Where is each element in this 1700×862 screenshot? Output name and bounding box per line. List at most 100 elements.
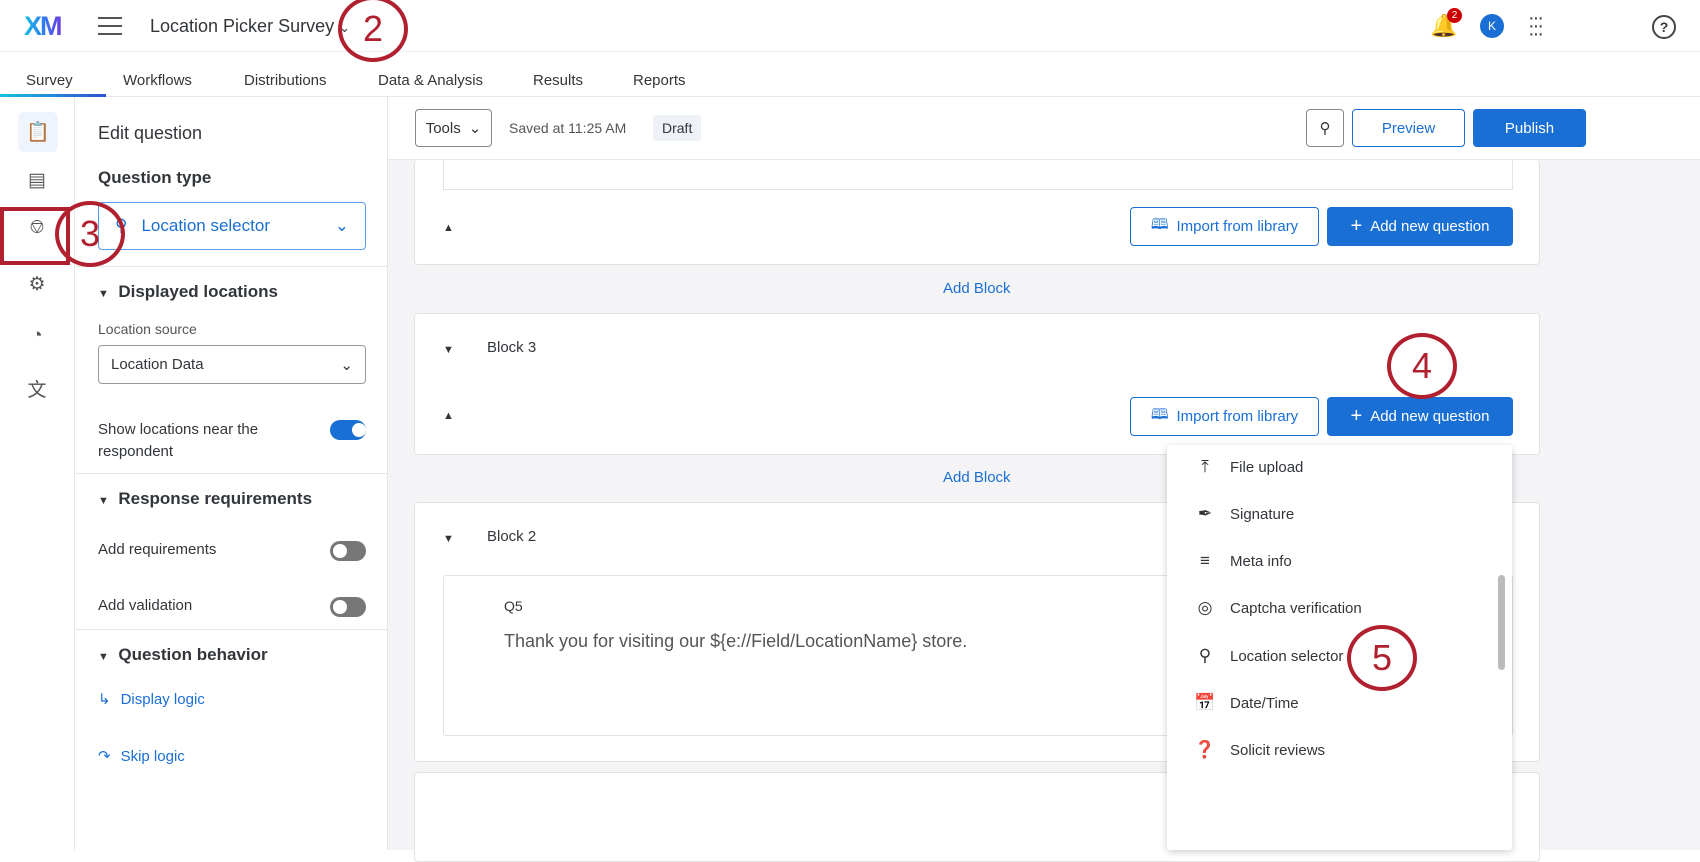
translate-icon[interactable]: 文 <box>22 373 52 403</box>
question-text: Thank you for visiting our ${e://Field/L… <box>504 631 968 651</box>
survey-clipboard-icon[interactable]: 📋 <box>18 112 58 152</box>
meta-lines-icon: ≡ <box>1200 551 1210 570</box>
menu-item-solicit-reviews[interactable]: ❓ Solicit reviews <box>1194 740 1325 760</box>
menu-item-signature[interactable]: ✒ Signature <box>1194 504 1294 524</box>
menu-label: Solicit reviews <box>1230 741 1326 759</box>
divider <box>75 266 388 267</box>
question-number: Q5 <box>504 598 523 614</box>
collapse-caret-icon[interactable]: ▲ <box>443 410 454 422</box>
import-from-library-button[interactable]: 🕮 Import from library <box>1130 207 1319 246</box>
block-card: ▲ 🕮 Import from library + Add new question <box>414 160 1540 265</box>
draft-badge: Draft <box>653 115 702 141</box>
chevron-down-icon: ⌄ <box>468 120 482 137</box>
add-validation-label: Add validation <box>98 597 193 614</box>
collapse-caret-icon[interactable]: ▼ <box>443 533 454 545</box>
tools-button[interactable]: Tools ⌄ <box>415 109 492 147</box>
question-type-value: Location selector <box>141 216 270 235</box>
top-header: XM Location Picker Survey ⌄ ? 🔔 2 K ··· ·… <box>0 0 1700 52</box>
book-icon: 🕮 <box>1150 216 1169 233</box>
menu-label: Location selector <box>1230 647 1344 665</box>
notification-badge: 2 <box>1447 8 1462 23</box>
add-block-link[interactable]: Add Block <box>943 469 1011 486</box>
block-card-block-3: ▼ Block 3 ▲ 🕮 Import from library + Add ne… <box>414 313 1540 455</box>
menu-scrollbar[interactable] <box>1498 575 1505 670</box>
display-logic-icon: ↳ <box>98 691 111 708</box>
annotation-4: 4 <box>1387 333 1457 399</box>
skip-logic-link[interactable]: ↷ Skip logic <box>98 747 185 766</box>
show-near-label: Show locations near the respondent <box>98 421 259 460</box>
question-behavior-section[interactable]: ▼ Question behavior <box>98 645 268 665</box>
pen-nib-icon: ✒ <box>1197 504 1213 523</box>
menu-label: Date/Time <box>1230 694 1299 712</box>
collapse-caret-icon[interactable]: ▼ <box>443 344 454 356</box>
avatar[interactable]: K <box>1480 14 1504 38</box>
search-button[interactable]: ⚲ <box>1306 109 1344 147</box>
divider <box>75 473 388 474</box>
display-logic-link[interactable]: ↳ Display logic <box>98 690 205 709</box>
caret-down-icon: ▼ <box>98 288 109 300</box>
link-label: Display logic <box>120 690 205 708</box>
app-grid-icon[interactable]: ··· ··· ··· <box>1528 8 1544 44</box>
plus-icon: + <box>1350 215 1363 237</box>
menu-item-file-upload[interactable]: ⤒ File upload <box>1194 457 1303 477</box>
gauge-icon[interactable]: ◔ <box>22 321 52 351</box>
menu-item-location-selector[interactable]: ⚲ Location selector <box>1194 646 1344 666</box>
skip-logic-icon: ↷ <box>98 748 111 765</box>
collapse-caret-icon[interactable]: ▲ <box>443 222 454 234</box>
question-type-select[interactable]: ⚲ Location selector ⌄ <box>98 202 366 250</box>
annotation-3: 3 <box>55 201 125 267</box>
divider <box>75 629 388 630</box>
menu-label: File upload <box>1230 458 1304 476</box>
tab-data-analysis[interactable]: Data & Analysis <box>378 72 483 89</box>
location-pin-icon: ⚲ <box>1198 646 1212 665</box>
show-near-toggle[interactable] <box>330 420 366 440</box>
question-box <box>443 160 1513 190</box>
menu-label: Captcha verification <box>1230 599 1362 617</box>
survey-options-icon[interactable]: ⚙ <box>22 269 52 299</box>
menu-item-meta-info[interactable]: ≡ Meta info <box>1194 551 1292 571</box>
annotation-5: 5 <box>1347 625 1417 691</box>
survey-title-dropdown[interactable]: Location Picker Survey ⌄ <box>150 16 350 37</box>
menu-item-captcha-verification[interactable]: ◎ Captcha verification <box>1194 598 1362 618</box>
panel-heading: Edit question <box>98 123 203 143</box>
section-title: Question behavior <box>118 645 268 664</box>
menu-label: Meta info <box>1230 552 1292 570</box>
add-block-link[interactable]: Add Block <box>943 280 1011 297</box>
response-requirements-section[interactable]: ▼ Response requirements <box>98 489 312 509</box>
add-new-question-button[interactable]: + Add new question <box>1327 207 1513 246</box>
location-source-select[interactable]: Location Data ⌄ <box>98 345 366 384</box>
saved-status: Saved at 11:25 AM <box>509 120 627 136</box>
help-icon[interactable]: ? <box>1652 15 1676 39</box>
location-source-label: Location source <box>98 321 197 337</box>
hamburger-menu-icon[interactable] <box>98 17 122 35</box>
button-label: Import from library <box>1176 218 1299 235</box>
tab-survey[interactable]: Survey <box>26 72 73 89</box>
add-requirements-toggle[interactable] <box>330 541 366 561</box>
add-validation-toggle[interactable] <box>330 597 366 617</box>
calendar-icon: 📅 <box>1194 693 1216 712</box>
tab-results[interactable]: Results <box>533 72 583 89</box>
chevron-down-icon: ⌄ <box>334 216 349 235</box>
tab-workflows[interactable]: Workflows <box>123 72 192 89</box>
main-tabs: Survey Workflows Distributions Data & An… <box>0 52 1700 97</box>
survey-title: Location Picker Survey <box>150 16 335 36</box>
block-title: Block 2 <box>487 528 537 545</box>
publish-button[interactable]: Publish <box>1473 109 1586 147</box>
import-from-library-button[interactable]: 🕮 Import from library <box>1130 397 1319 436</box>
chevron-down-icon: ⌄ <box>340 356 353 374</box>
blocks-icon[interactable]: ▤ <box>22 165 52 195</box>
displayed-locations-section[interactable]: ▼ Displayed locations <box>98 282 278 302</box>
link-label: Skip logic <box>120 747 185 765</box>
tools-label: Tools <box>425 119 461 137</box>
button-label: Import from library <box>1176 408 1299 425</box>
menu-item-date-time[interactable]: 📅 Date/Time <box>1194 693 1299 713</box>
preview-button[interactable]: Preview <box>1352 109 1465 147</box>
section-title: Response requirements <box>118 489 313 508</box>
block-title: Block 3 <box>487 339 537 356</box>
tab-distributions[interactable]: Distributions <box>244 72 327 89</box>
book-icon: 🕮 <box>1150 406 1169 423</box>
xm-logo[interactable]: XM <box>24 11 62 42</box>
question-type-label: Question type <box>98 168 212 187</box>
add-new-question-button[interactable]: + Add new question <box>1327 397 1513 436</box>
tab-reports[interactable]: Reports <box>633 72 686 89</box>
